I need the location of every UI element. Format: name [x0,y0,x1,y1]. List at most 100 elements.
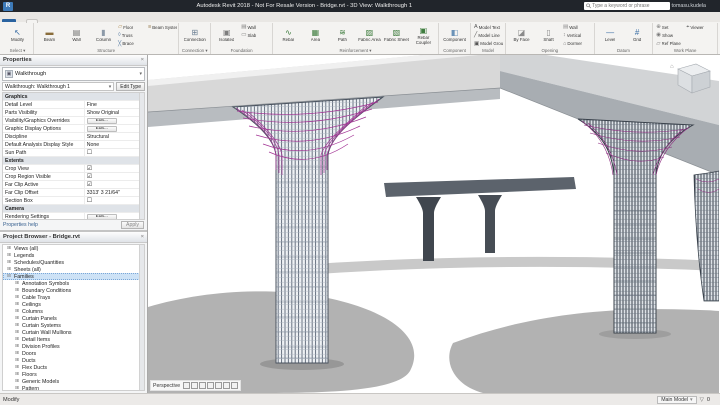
tree-expander-icon[interactable]: ⊞ [14,379,20,384]
ribbon-button[interactable]: ▣ Model Group [473,40,503,48]
tree-item[interactable]: ⊞ Flex Ducts [3,364,144,371]
ribbon-button[interactable]: ▤ Wall [63,23,90,48]
ribbon-button[interactable]: — Level [597,23,624,48]
filter-icon[interactable]: ▽ [700,397,704,403]
tree-expander-icon[interactable]: ⊞ [14,288,20,293]
tree-item[interactable]: ⊞ Columns [3,308,144,315]
home-icon[interactable]: ⌂ [670,64,674,70]
ribbon-button[interactable]: ▨ Fabric Area [356,23,383,48]
ribbon-button[interactable]: ⊞ Connection [181,23,208,48]
tree-expander-icon[interactable]: ⊞ [14,365,20,370]
close-icon[interactable]: × [141,234,144,240]
view-control-icon[interactable] [183,382,190,389]
ribbon-button[interactable]: ▮ Column [90,23,117,48]
view-control-icon[interactable] [215,382,222,389]
revit-logo-icon[interactable]: R [3,2,13,11]
property-value[interactable]: ☐ [85,149,144,156]
property-value[interactable]: ☑ [85,181,144,188]
active-workset-dropdown[interactable]: Main Model ▾ [657,396,696,404]
search-input[interactable] [592,3,667,10]
tree-expander-icon[interactable]: ⊞ [14,309,20,314]
tree-expander-icon[interactable]: ⊞ [14,302,20,307]
rebar-pier-far-right[interactable] [694,171,719,301]
ribbon-button[interactable]: ▭ Slab [240,31,270,39]
ribbon-tab[interactable] [108,20,118,22]
ribbon-tab[interactable] [48,20,58,22]
tree-item[interactable]: ⊞ Division Profiles [3,343,144,350]
property-value[interactable]: 3313' 3 21/64" [85,189,144,196]
property-value[interactable] [85,205,144,212]
tree-expander-icon[interactable]: ⊞ [14,386,20,391]
ribbon-button[interactable]: ▧ Fabric Sheet [383,23,410,48]
tree-item[interactable]: ⊞ Ceilings [3,301,144,308]
property-value[interactable]: None [85,141,144,148]
view-control-icon[interactable] [199,382,206,389]
ribbon-button[interactable]: ▱ Floor [117,23,147,31]
tree-item[interactable]: ⊟ Families [3,273,144,280]
tree-item[interactable]: ⊞ Ducts [3,357,144,364]
tree-expander-icon[interactable]: ⊞ [14,323,20,328]
search-box[interactable] [584,2,670,10]
ribbon-button[interactable]: ⌂ Dormer [562,40,592,48]
ribbon-button[interactable]: ⌖ Viewer [685,23,715,31]
tree-item[interactable]: ⊞ Boundary Conditions [3,287,144,294]
ribbon-button[interactable]: ◊ Truss [117,31,147,39]
ribbon-button[interactable]: ╱ Model Line [473,31,503,39]
tree-expander-icon[interactable]: ⊞ [14,344,20,349]
tree-item[interactable]: ⊞ Curtain Wall Mullions [3,329,144,336]
view-control-icon[interactable] [223,382,230,389]
close-icon[interactable]: × [141,57,144,63]
tree-item[interactable]: ⊞ Sheets (all) [3,266,144,273]
tree-item[interactable]: ⊞ Schedules/Quantities [3,259,144,266]
property-value[interactable]: Edit... [87,118,117,124]
tree-expander-icon[interactable]: ⊞ [6,253,12,258]
signed-in-user[interactable]: tomasu.kudela [672,3,706,9]
apply-button[interactable]: Apply [121,221,144,229]
tree-expander-icon[interactable]: ⊞ [14,281,20,286]
ribbon-button[interactable]: A Model Text [473,23,503,31]
properties-help-link[interactable]: Properties help [3,222,38,228]
property-value[interactable]: ☐ [85,197,144,204]
tree-expander-icon[interactable]: ⊞ [6,246,12,251]
tree-item[interactable]: ⊞ Detail Items [3,336,144,343]
ribbon-button[interactable]: ▤ Wall [562,23,592,31]
tree-item[interactable]: ⊞ Legends [3,252,144,259]
ribbon-tab[interactable] [98,20,108,22]
property-value[interactable]: ☑ [85,173,144,180]
tree-expander-icon[interactable]: ⊞ [14,295,20,300]
ribbon-button[interactable]: ▣ Rebar Coupler [410,23,437,48]
ribbon-button[interactable]: ╳ Brace [117,40,147,48]
ribbon-button[interactable]: ↖ Modify [4,23,31,48]
ribbon-button[interactable]: ∿ Rebar [275,23,302,48]
ribbon-button[interactable]: ◧ Component [441,23,468,48]
ribbon-button[interactable]: ⊕ Set [655,23,685,31]
tree-expander-icon[interactable]: ⊞ [6,260,12,265]
ribbon-button[interactable]: ▣ Isolated [213,23,240,48]
ribbon-tab[interactable] [38,20,48,22]
ribbon-tab[interactable] [128,20,138,22]
ribbon-tab[interactable] [118,20,128,22]
ribbon-tab[interactable] [58,20,68,22]
ribbon-button[interactable]: ◪ By Face [508,23,535,48]
drawing-area[interactable]: ⌂ Perspective [148,55,720,393]
ribbon-tab[interactable] [68,20,78,22]
view-control-icon[interactable] [207,382,214,389]
tree-expander-icon[interactable]: ⊞ [14,330,20,335]
property-value[interactable] [85,93,144,100]
property-value[interactable]: Fine [85,101,144,108]
tree-item[interactable]: ⊞ Pattern [3,385,144,391]
tree-item[interactable]: ⊞ Doors [3,350,144,357]
tree-expander-icon[interactable]: ⊞ [6,267,12,272]
ribbon-button[interactable]: ▤ Wall [240,23,270,31]
type-dropdown[interactable]: Walkthrough: Walkthrough 1 ▾ [2,82,114,91]
tree-item[interactable]: ⊞ Floors [3,371,144,378]
tree-item[interactable]: ⊞ Cable Trays [3,294,144,301]
tree-expander-icon[interactable]: ⊞ [14,372,20,377]
property-value[interactable]: Structural [85,133,144,140]
ribbon-button[interactable]: # Grid [624,23,651,48]
ribbon-tab[interactable] [78,20,88,22]
ribbon-button[interactable]: ↕ Vertical [562,31,592,39]
tree-item[interactable]: ⊞ Annotation Symbols [3,280,144,287]
view-control-icon[interactable] [191,382,198,389]
distant-bridge[interactable] [384,177,576,261]
